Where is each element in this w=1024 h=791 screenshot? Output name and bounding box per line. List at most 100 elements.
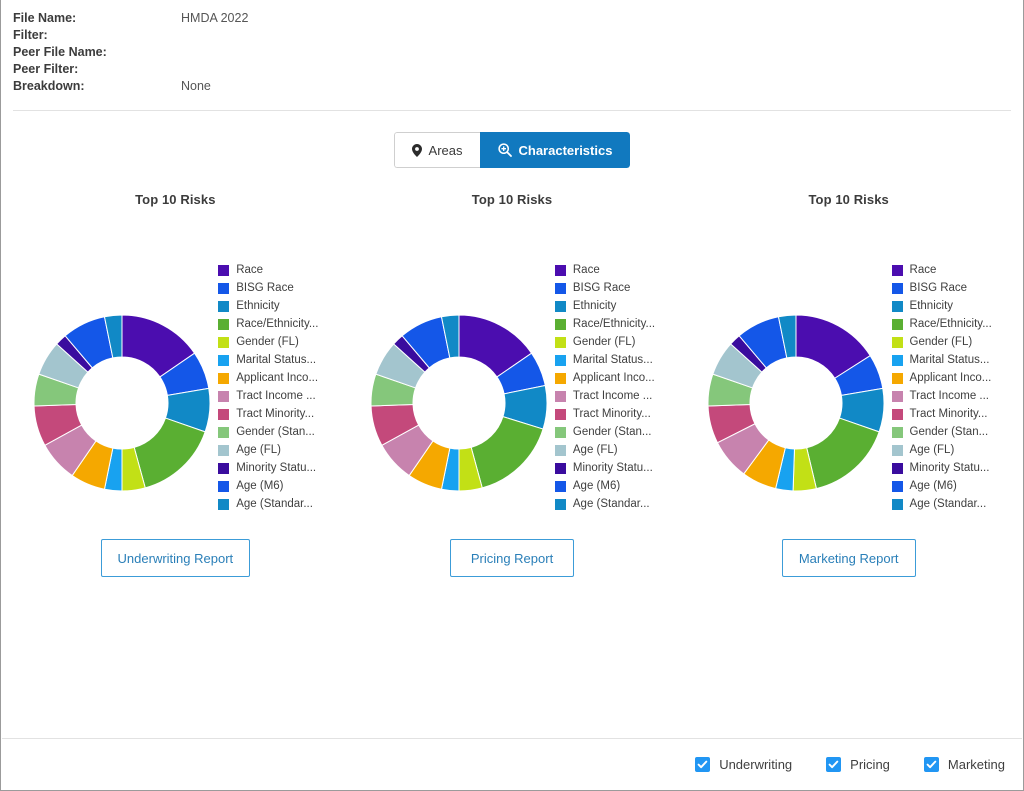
legend-item[interactable]: Tract Income ...	[555, 387, 655, 405]
legend-item[interactable]: Gender (Stan...	[892, 423, 992, 441]
legend-item[interactable]: Tract Minority...	[555, 405, 655, 423]
file-metadata-panel: File Name: HMDA 2022 Filter: Peer File N…	[1, 0, 1023, 101]
legend-item[interactable]: Applicant Inco...	[218, 369, 318, 387]
legend-color-swatch	[555, 283, 566, 294]
legend-item-label: Age (FL)	[910, 444, 955, 456]
legend-item[interactable]: Minority Statu...	[218, 459, 318, 477]
legend-item[interactable]: Gender (FL)	[892, 333, 992, 351]
donut-chart-marketing[interactable]	[706, 313, 886, 493]
chart-title: Top 10 Risks	[472, 192, 552, 207]
legend-color-swatch	[218, 283, 229, 294]
legend-item[interactable]: Tract Income ...	[892, 387, 992, 405]
underwriting-report-button[interactable]: Underwriting Report	[101, 539, 251, 577]
legend-item[interactable]: Applicant Inco...	[555, 369, 655, 387]
legend-item[interactable]: Age (Standar...	[218, 495, 318, 513]
metadata-label: Filter:	[13, 27, 181, 44]
donut-segment[interactable]	[471, 417, 543, 488]
legend-item-label: Ethnicity	[573, 300, 616, 312]
application-window: File Name: HMDA 2022 Filter: Peer File N…	[0, 0, 1024, 791]
legend-item[interactable]: Age (FL)	[218, 441, 318, 459]
legend-item[interactable]: Age (Standar...	[892, 495, 992, 513]
legend-item[interactable]: Age (FL)	[555, 441, 655, 459]
legend-item-label: Applicant Inco...	[573, 372, 655, 384]
legend-color-swatch	[555, 499, 566, 510]
legend-item[interactable]: Marital Status...	[892, 351, 992, 369]
pricing-report-button[interactable]: Pricing Report	[450, 539, 574, 577]
header-divider	[13, 110, 1011, 111]
legend-item[interactable]: Applicant Inco...	[892, 369, 992, 387]
legend-color-swatch	[218, 463, 229, 474]
legend-item[interactable]: Race	[892, 261, 992, 279]
legend-item[interactable]: Gender (FL)	[218, 333, 318, 351]
legend-item[interactable]: Minority Statu...	[892, 459, 992, 477]
legend-item[interactable]: Ethnicity	[555, 297, 655, 315]
legend-item[interactable]: Ethnicity	[892, 297, 992, 315]
legend-item[interactable]: Race	[555, 261, 655, 279]
checkbox-pricing[interactable]: Pricing	[826, 757, 890, 772]
legend-item-label: Age (M6)	[910, 480, 957, 492]
legend-color-swatch	[218, 409, 229, 420]
checkbox-marketing[interactable]: Marketing	[924, 757, 1005, 772]
legend-color-swatch	[218, 355, 229, 366]
donut-chart-pricing[interactable]	[369, 313, 549, 493]
legend-item[interactable]: Age (Standar...	[555, 495, 655, 513]
donut-segment[interactable]	[134, 418, 205, 488]
legend-item[interactable]: Age (M6)	[218, 477, 318, 495]
legend-color-swatch	[218, 319, 229, 330]
marketing-report-button[interactable]: Marketing Report	[782, 539, 916, 577]
legend-item[interactable]: Age (M6)	[892, 477, 992, 495]
legend-item[interactable]: Gender (Stan...	[555, 423, 655, 441]
legend-color-swatch	[218, 265, 229, 276]
legend-item[interactable]: Tract Minority...	[892, 405, 992, 423]
magnifier-plus-icon	[498, 143, 512, 157]
legend-item[interactable]: Age (M6)	[555, 477, 655, 495]
legend-item-label: Applicant Inco...	[236, 372, 318, 384]
legend-item-label: Tract Minority...	[236, 408, 314, 420]
legend-item-label: Marital Status...	[573, 354, 653, 366]
tab-characteristics[interactable]: Characteristics	[480, 132, 631, 168]
legend-item-label: Race/Ethnicity...	[910, 318, 992, 330]
legend-item-label: Gender (FL)	[910, 336, 973, 348]
tab-areas[interactable]: Areas	[394, 132, 480, 168]
legend-color-swatch	[892, 463, 903, 474]
metadata-row: Peer File Name:	[13, 44, 1023, 61]
legend-item[interactable]: Race/Ethnicity...	[892, 315, 992, 333]
legend-color-swatch	[892, 445, 903, 456]
metadata-row: Filter:	[13, 27, 1023, 44]
metadata-row: File Name: HMDA 2022	[13, 10, 1023, 27]
legend-color-swatch	[218, 481, 229, 492]
legend-item[interactable]: Marital Status...	[218, 351, 318, 369]
legend-item[interactable]: Age (FL)	[892, 441, 992, 459]
legend-item-label: Minority Statu...	[236, 462, 316, 474]
metadata-label: Peer File Name:	[13, 44, 181, 61]
legend-item[interactable]: BISG Race	[218, 279, 318, 297]
checkbox-label: Underwriting	[719, 757, 792, 772]
chart-column-pricing: Top 10 Risks RaceBISG Race Ethnicity Race/…	[344, 192, 681, 513]
legend-item[interactable]: Tract Minority...	[218, 405, 318, 423]
legend-color-swatch	[218, 499, 229, 510]
legend-item[interactable]: Gender (Stan...	[218, 423, 318, 441]
legend-item-label: Gender (Stan...	[910, 426, 989, 438]
legend-item[interactable]: Race/Ethnicity...	[555, 315, 655, 333]
legend-item[interactable]: BISG Race	[892, 279, 992, 297]
legend-item[interactable]: Gender (FL)	[555, 333, 655, 351]
legend-color-swatch	[892, 391, 903, 402]
legend-item[interactable]: Tract Income ...	[218, 387, 318, 405]
legend-item[interactable]: BISG Race	[555, 279, 655, 297]
legend-item[interactable]: Race/Ethnicity...	[218, 315, 318, 333]
legend-item[interactable]: Minority Statu...	[555, 459, 655, 477]
legend-color-swatch	[218, 427, 229, 438]
donut-segment[interactable]	[806, 418, 878, 489]
chart-title: Top 10 Risks	[808, 192, 888, 207]
legend-item[interactable]: Race	[218, 261, 318, 279]
donut-chart-underwriting[interactable]	[32, 313, 212, 493]
legend-item[interactable]: Ethnicity	[218, 297, 318, 315]
tab-group: Areas Characteristics	[394, 132, 631, 168]
legend-item[interactable]: Marital Status...	[555, 351, 655, 369]
legend-item-label: Minority Statu...	[910, 462, 990, 474]
chart-column-underwriting: Top 10 Risks RaceBISG RaceEthnicityRace/…	[7, 192, 344, 513]
checkbox-underwriting[interactable]: Underwriting	[695, 757, 792, 772]
legend-color-swatch	[892, 319, 903, 330]
charts-row: Top 10 Risks RaceBISG RaceEthnicityRace/…	[1, 192, 1023, 513]
legend-color-swatch	[555, 301, 566, 312]
